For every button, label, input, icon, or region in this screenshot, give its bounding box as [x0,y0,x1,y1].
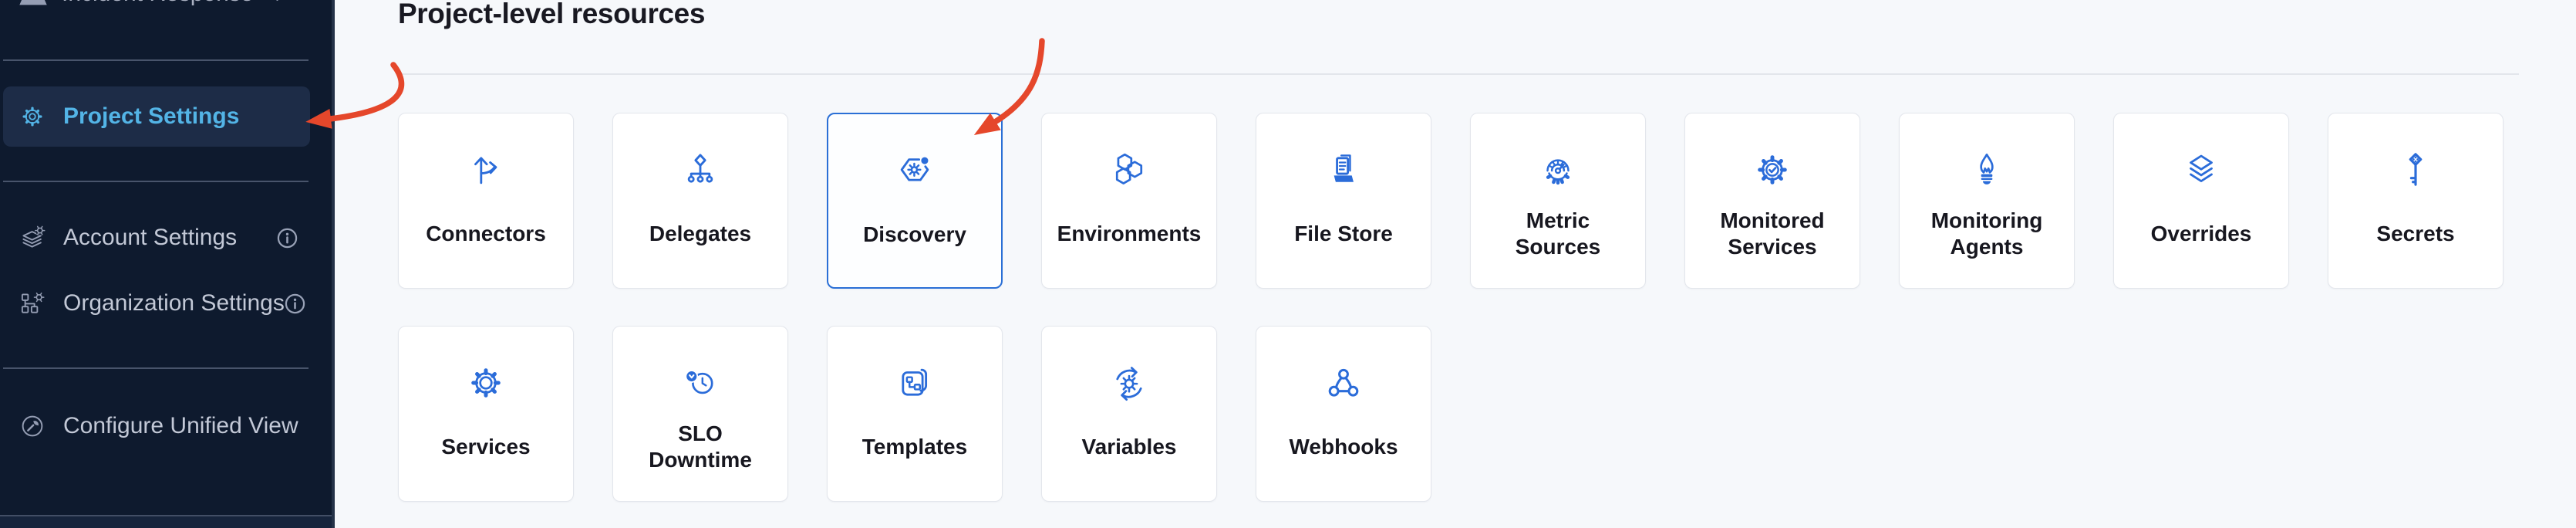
card-monitored-services[interactable]: Monitored Services [1684,113,1860,289]
metric-sources-icon [1471,147,1645,192]
sidebar-divider [3,181,309,182]
sidebar-footer [0,516,335,528]
card-label: Overrides [2134,205,2268,263]
card-templates[interactable]: Templates [827,326,1003,502]
card-webhooks[interactable]: Webhooks [1256,326,1431,502]
card-overrides[interactable]: Overrides [2113,113,2289,289]
org-chart-gear-icon [19,289,46,317]
card-discovery[interactable]: Discovery [827,113,1003,289]
card-metric-sources[interactable]: Metric Sources [1470,113,1646,289]
discovery-icon [828,148,1001,193]
page-title: Project-level resources [398,0,705,31]
connectors-icon [399,147,573,192]
annotation-arrow-discovery [995,41,1042,122]
annotation-arrow-project-settings [330,65,402,119]
overrides-icon [2114,147,2288,192]
card-label: Environments [1062,205,1196,263]
sidebar-item-organization-settings[interactable]: Organization Settings [3,280,310,327]
card-label: Secrets [2348,205,2483,263]
card-connectors[interactable]: Connectors [398,113,574,289]
key-icon [2328,147,2503,192]
card-label: Webhooks [1276,418,1411,476]
card-services[interactable]: Services [398,326,574,502]
sidebar-divider [3,59,309,61]
sidebar-item-project-settings[interactable]: Project Settings [3,86,310,147]
card-secrets[interactable]: Secrets [2328,113,2504,289]
layers-gear-icon [19,224,46,252]
environments-icon [1042,147,1216,192]
card-slo-downtime[interactable]: SLO Downtime [612,326,788,502]
templates-icon [828,360,1002,405]
monitoring-agents-icon [1900,147,2074,192]
card-variables[interactable]: Variables [1041,326,1217,502]
card-label: Templates [848,418,982,476]
card-label: Monitoring Agents [1920,205,2054,263]
sidebar-item-label: Project Settings [63,103,239,130]
card-delegates[interactable]: Delegates [612,113,788,289]
info-icon[interactable] [277,228,298,249]
card-file-store[interactable]: File Store [1256,113,1431,289]
slo-downtime-icon [613,360,787,405]
card-label: Monitored Services [1705,205,1839,263]
chevron-right-icon [271,0,287,2]
card-monitoring-agents[interactable]: Monitoring Agents [1899,113,2075,289]
sidebar-item-label: Configure Unified View [63,413,298,439]
card-label: Metric Sources [1491,205,1625,263]
sidebar-divider [3,367,309,369]
file-store-icon [1256,147,1431,192]
variables-icon [1042,360,1216,405]
sidebar-item-incident-response[interactable]: Incident Response [3,0,310,15]
card-label: File Store [1276,205,1411,263]
delegates-icon [613,147,787,192]
card-label: Delegates [633,205,767,263]
wrench-circle-icon [19,412,46,440]
sidebar-item-account-settings[interactable]: Account Settings [3,215,310,261]
resource-cards-row-2: Services SLO Downtime Templates [398,326,1431,502]
card-label: Services [419,418,553,476]
card-label: Discovery [848,205,981,264]
gear-icon [19,103,46,130]
card-label: Connectors [419,205,553,263]
siren-icon [15,0,51,12]
sidebar-item-configure-unified-view[interactable]: Configure Unified View [3,403,310,449]
card-environments[interactable]: Environments [1041,113,1217,289]
resource-cards-row-1: Connectors Delegates Discovery [398,113,2504,289]
sidebar-item-label: Organization Settings [63,290,285,316]
webhook-icon [1256,360,1431,405]
sidebar: Incident Response Project Settings [0,0,335,528]
content-divider [401,73,2519,75]
sidebar-item-label: Incident Response [62,0,254,7]
info-icon[interactable] [285,293,305,314]
card-label: Variables [1062,418,1196,476]
monitored-services-icon [1685,147,1860,192]
services-gear-icon [399,360,573,405]
card-label: SLO Downtime [633,418,767,476]
sidebar-item-label: Account Settings [63,225,237,251]
